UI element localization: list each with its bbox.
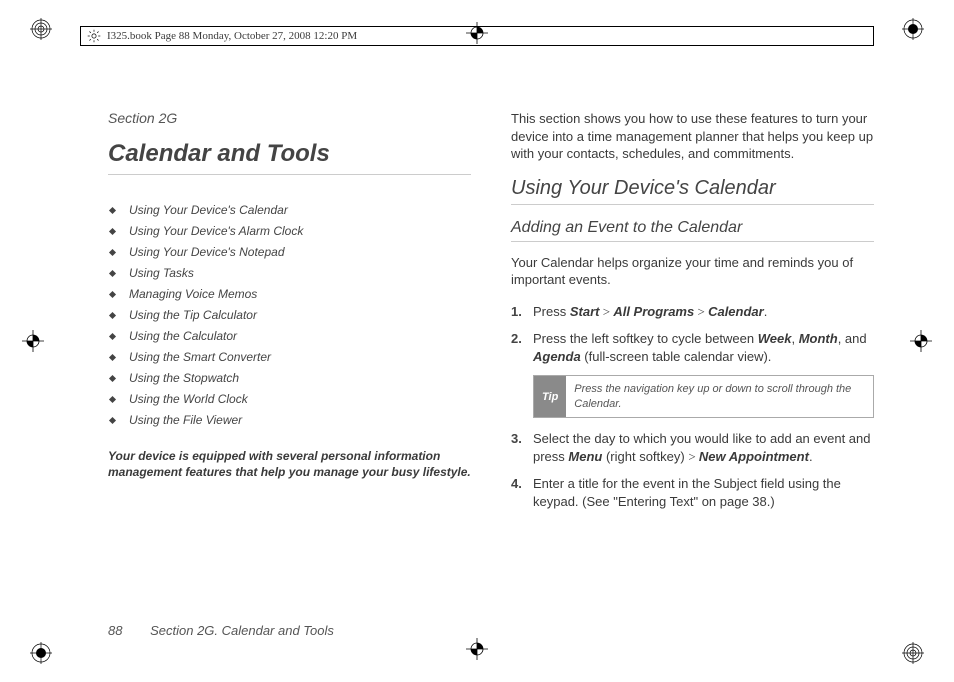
keyword: Calendar [708,304,764,319]
calendar-desc: Your Calendar helps organize your time a… [511,254,874,289]
step-number: 3. [511,430,522,448]
bullet-icon [109,374,116,381]
keyword: New Appointment [699,449,809,464]
toc-item: Using the Stopwatch [108,371,471,385]
toc-item-label: Using the World Clock [129,392,248,406]
toc-item-label: Using Tasks [129,266,194,280]
step-item: 2. Press the left softkey to cycle betwe… [511,330,874,365]
toc-item: Using the Calculator [108,329,471,343]
left-column: Section 2G Calendar and Tools Using Your… [108,110,471,622]
toc-item: Managing Voice Memos [108,287,471,301]
bullet-icon [109,269,116,276]
toc-item: Using the File Viewer [108,413,471,427]
bullet-icon [109,206,116,213]
right-column: This section shows you how to use these … [511,110,874,622]
registration-mark-icon [30,642,52,664]
gear-icon [87,29,101,43]
section-label: Section 2G [108,110,471,126]
bullet-icon [109,332,116,339]
toc-item: Using Tasks [108,266,471,280]
bullet-icon [109,290,116,297]
step-number: 4. [511,475,522,493]
steps-list-cont: 3. Select the day to which you would lik… [511,430,874,510]
intro-blurb: Your device is equipped with several per… [108,449,471,480]
keyword: Start [570,304,600,319]
steps-list: 1. Press Start > All Programs > Calendar… [511,303,874,366]
registration-mark-icon [902,18,924,40]
step-number: 2. [511,330,522,348]
toc-item: Using the Tip Calculator [108,308,471,322]
toc-item: Using Your Device's Notepad [108,245,471,259]
keyword: All Programs [613,304,694,319]
keyword: Month [799,331,838,346]
toc-item: Using the World Clock [108,392,471,406]
toc-item-label: Using Your Device's Alarm Clock [129,224,303,238]
registration-mark-icon [30,18,52,40]
tip-text: Press the navigation key up or down to s… [566,376,873,417]
page-number: 88 [108,623,122,638]
page-info-header: I325.book Page 88 Monday, October 27, 20… [80,26,874,46]
tip-label: Tip [534,376,566,417]
toc-item-label: Using the Stopwatch [129,371,239,385]
toc-item-label: Using the Tip Calculator [129,308,257,322]
crop-mark-icon [466,638,488,660]
step-text: Press the left softkey to cycle between … [533,331,867,364]
toc-item: Using Your Device's Calendar [108,203,471,217]
crop-mark-icon [22,330,44,352]
toc-item-label: Using Your Device's Calendar [129,203,288,217]
keyword: Agenda [533,349,581,364]
crop-mark-icon [910,330,932,352]
toc-item-label: Using Your Device's Notepad [129,245,285,259]
intro-paragraph: This section shows you how to use these … [511,110,874,163]
footer-section: Section 2G. Calendar and Tools [150,623,334,638]
bullet-icon [109,395,116,402]
toc-item-label: Using the Calculator [129,329,237,343]
page-info-text: I325.book Page 88 Monday, October 27, 20… [107,30,357,42]
toc-list: Using Your Device's Calendar Using Your … [108,203,471,427]
toc-item-label: Using the File Viewer [129,413,242,427]
page-title: Calendar and Tools [108,140,471,175]
bullet-icon [109,311,116,318]
step-item: 4. Enter a title for the event in the Su… [511,475,874,510]
toc-item: Using the Smart Converter [108,350,471,364]
bullet-icon [109,353,116,360]
page-content: Section 2G Calendar and Tools Using Your… [108,110,874,622]
heading-adding-event: Adding an Event to the Calendar [511,219,874,242]
keyword: Menu [568,449,602,464]
page-footer: 88 Section 2G. Calendar and Tools [108,623,334,638]
tip-box: Tip Press the navigation key up or down … [533,375,874,418]
step-text: Press Start > All Programs > Calendar. [533,304,767,319]
step-item: 3. Select the day to which you would lik… [511,430,874,465]
toc-item: Using Your Device's Alarm Clock [108,224,471,238]
step-text: Select the day to which you would like t… [533,431,871,464]
heading-using-calendar: Using Your Device's Calendar [511,177,874,205]
bullet-icon [109,416,116,423]
step-number: 1. [511,303,522,321]
toc-item-label: Managing Voice Memos [129,287,257,301]
registration-mark-icon [902,642,924,664]
keyword: Week [758,331,792,346]
step-text: Enter a title for the event in the Subje… [533,476,841,509]
bullet-icon [109,248,116,255]
toc-item-label: Using the Smart Converter [129,350,271,364]
step-item: 1. Press Start > All Programs > Calendar… [511,303,874,321]
bullet-icon [109,227,116,234]
